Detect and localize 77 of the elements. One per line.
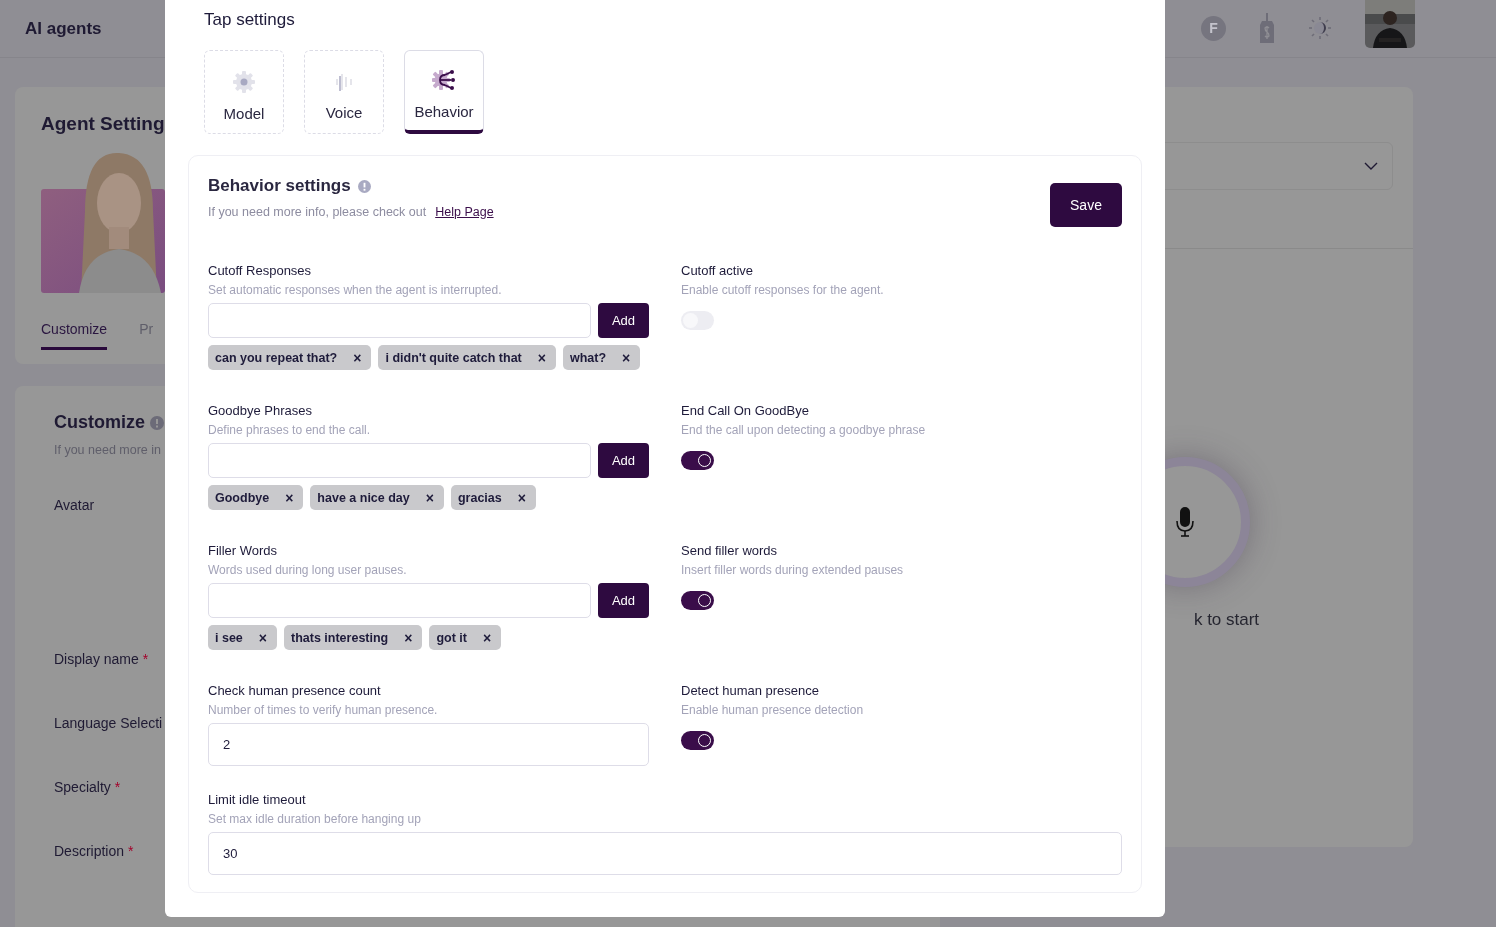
tab[interactable]: Behavior <box>404 50 484 134</box>
setting-label: Cutoff active <box>681 263 754 278</box>
field-label: Display name <box>54 651 139 669</box>
tag-text: what? <box>569 350 607 365</box>
info-icon <box>150 415 164 430</box>
theme-toggle-icon[interactable] <box>1308 16 1332 40</box>
chevron-down-icon <box>1364 162 1378 170</box>
remove-button[interactable]: × <box>421 489 438 506</box>
toggle-switch[interactable] <box>681 731 714 750</box>
number-field[interactable]: 30 <box>208 832 1122 875</box>
tag-text: got it <box>436 630 467 645</box>
section-subtitle: If you need more info, please check out <box>208 205 427 219</box>
setting-description: Set automatic responses when the agent is interrupted. <box>208 283 502 297</box>
setting-description: Enable cutoff responses for the agent. <box>681 283 884 297</box>
required-mark: * <box>128 843 134 861</box>
remove-button[interactable]: × <box>513 489 530 506</box>
sound-wave-icon <box>335 71 353 92</box>
add-button[interactable]: Add <box>598 303 649 338</box>
tag-text: thats interesting <box>291 630 389 645</box>
setting-description: Set max idle duration before hanging up <box>208 812 421 826</box>
remove-button[interactable]: × <box>349 349 366 366</box>
setting-label: Check human presence count <box>208 683 381 698</box>
remove-button[interactable]: × <box>479 629 496 646</box>
add-button[interactable]: Add <box>598 583 649 618</box>
microphone-icon <box>1176 507 1194 537</box>
required-mark: * <box>142 651 149 669</box>
setting-label: Goodbye Phrases <box>208 403 313 418</box>
tag-text: gracias <box>457 490 502 505</box>
setting-description: Define phrases to end the call. <box>208 423 371 437</box>
setting-label: Cutoff Responses <box>208 263 312 278</box>
tag-text: can you repeat that? <box>215 350 338 365</box>
gear-icon <box>233 70 255 93</box>
field-label: Avatar <box>54 497 95 515</box>
panel-subtitle: If you need more in <box>54 443 161 457</box>
remove-button[interactable]: × <box>400 629 417 646</box>
setting-label: Send filler words <box>681 543 778 558</box>
app-title: AI agents <box>25 18 102 39</box>
field-label: Description <box>54 843 125 861</box>
remove-button[interactable]: × <box>254 629 271 646</box>
gear-branch-icon <box>432 69 456 91</box>
toggle-switch[interactable] <box>681 451 714 470</box>
setting-description: Words used during long user pauses. <box>208 563 407 577</box>
tag-text: i see <box>215 630 243 645</box>
setting-label: Detect human presence <box>681 683 820 698</box>
setting-label: Limit idle timeout <box>208 792 306 807</box>
save-button[interactable]: Save <box>1050 183 1122 227</box>
panel-title: Agent Setting <box>41 113 165 135</box>
tab[interactable]: Customize <box>41 317 108 350</box>
tab[interactable]: Model <box>204 50 284 134</box>
tag-text: have a nice day <box>317 490 410 505</box>
number-field[interactable]: 2 <box>208 723 649 766</box>
remove-button[interactable]: × <box>281 489 298 506</box>
setting-label: Filler Words <box>208 543 278 558</box>
required-mark: * <box>114 779 121 797</box>
tab[interactable]: Voice <box>304 50 384 134</box>
remove-button[interactable]: × <box>533 349 550 366</box>
input-field[interactable] <box>208 303 591 338</box>
setting-description: End the call upon detecting a goodbye phrase <box>681 423 926 437</box>
input-field[interactable] <box>208 443 591 478</box>
input-field[interactable] <box>208 583 591 618</box>
tag-text: i didn't quite catch that <box>385 350 522 365</box>
tag-text: Goodbye <box>215 490 270 505</box>
field-label: Language Selecti <box>54 715 163 733</box>
add-button[interactable]: Add <box>598 443 649 478</box>
field-label: Specialty <box>54 779 111 797</box>
section-title: Behavior settings <box>208 176 351 196</box>
setting-description: Enable human presence detection <box>681 703 864 717</box>
remove-button[interactable]: × <box>618 349 635 366</box>
panel-title: Customize <box>54 412 145 433</box>
modal-title: Tap settings <box>204 10 296 30</box>
call-prompt: k to start <box>1193 610 1260 630</box>
setting-description: Insert filler words during extended pauses <box>681 563 904 577</box>
toggle-switch[interactable] <box>681 591 714 610</box>
setting-description: Number of times to verify human presence. <box>208 703 438 717</box>
info-icon <box>357 179 371 193</box>
setting-label: End Call On GoodBye <box>681 403 809 418</box>
help-link[interactable]: Help Page <box>435 205 494 219</box>
